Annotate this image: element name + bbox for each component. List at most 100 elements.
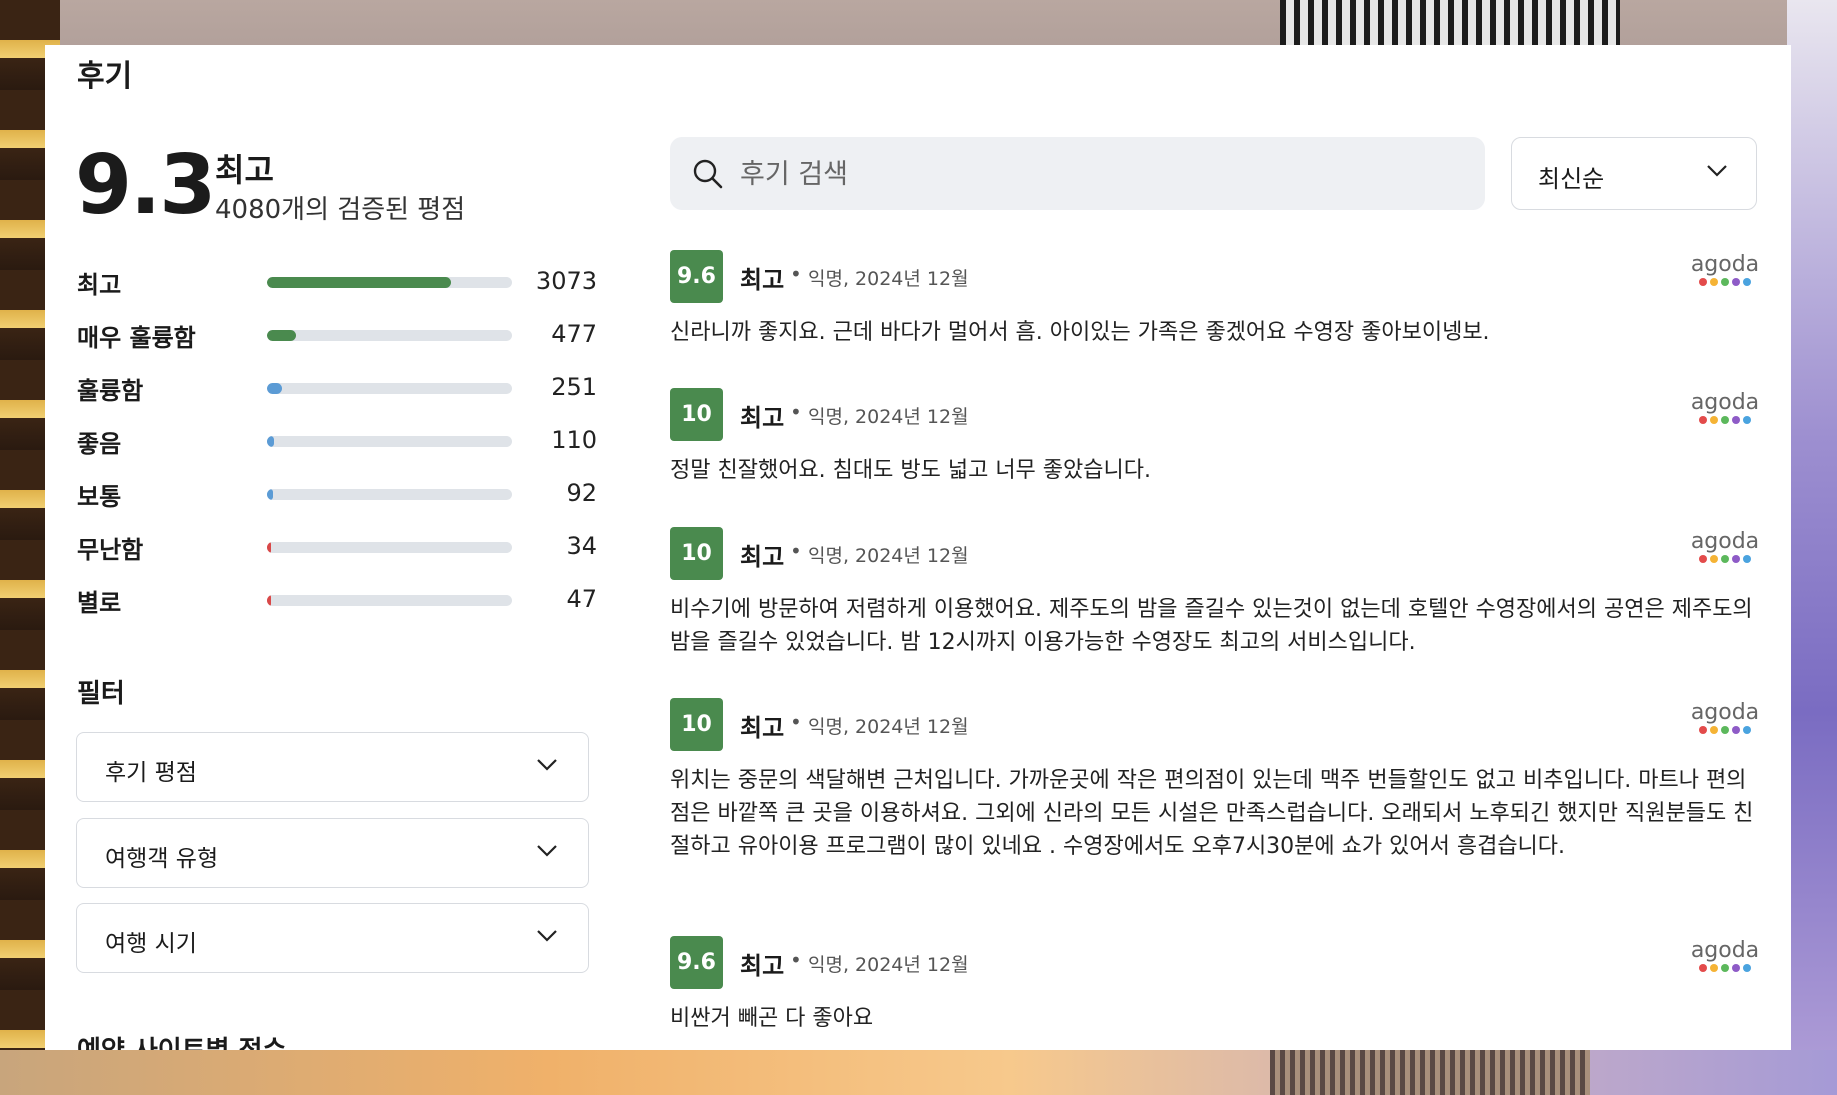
review-score-badge: 9.6 bbox=[670, 250, 723, 303]
distribution-count: 34 bbox=[566, 532, 597, 560]
source-name: agoda bbox=[1690, 529, 1760, 554]
review-text: 비싼거 빼곤 다 좋아요 bbox=[670, 1006, 874, 1031]
rating-distribution: 최고 3073 매우 훌륭함 477 훌륭함 251 좋음 110 보통 92 … bbox=[77, 263, 597, 634]
review-meta: 익명, 2024년 12월 bbox=[808, 268, 969, 290]
review-text: 신라니까 좋지요. 근데 바다가 멀어서 흠. 아이있는 가족은 좋겠어요 수영… bbox=[670, 320, 1490, 345]
distribution-row: 별로 47 bbox=[77, 581, 597, 634]
source-name: agoda bbox=[1690, 700, 1760, 725]
review-meta: 익명, 2024년 12월 bbox=[808, 716, 969, 738]
review-search-input[interactable] bbox=[738, 151, 1462, 197]
agoda-logo: agoda bbox=[1690, 702, 1760, 734]
chevron-down-icon bbox=[536, 757, 558, 776]
distribution-bar-fill bbox=[267, 330, 296, 341]
logo-dots bbox=[1690, 555, 1760, 563]
distribution-bar bbox=[267, 436, 512, 447]
distribution-row: 매우 훌륭함 477 bbox=[77, 316, 597, 369]
overall-score: 9.3 bbox=[75, 138, 216, 233]
distribution-bar-fill bbox=[267, 277, 452, 288]
source-name: agoda bbox=[1690, 252, 1760, 277]
distribution-label: 별로 bbox=[77, 589, 122, 617]
review-score-badge: 10 bbox=[670, 698, 723, 751]
distribution-bar bbox=[267, 595, 512, 606]
distribution-count: 92 bbox=[566, 479, 597, 507]
distribution-label: 좋음 bbox=[77, 430, 122, 458]
separator-dot: • bbox=[790, 710, 802, 734]
distribution-label: 최고 bbox=[77, 271, 122, 299]
agoda-logo: agoda bbox=[1690, 392, 1760, 424]
booking-site-scores-heading: 예약 사이트별 점수 bbox=[77, 1030, 286, 1050]
review-score-badge: 10 bbox=[670, 388, 723, 441]
distribution-row: 훌륭함 251 bbox=[77, 369, 597, 422]
distribution-count: 110 bbox=[551, 426, 597, 454]
distribution-bar-fill bbox=[267, 542, 271, 553]
distribution-bar bbox=[267, 489, 512, 500]
filter-travel-period-dropdown[interactable]: 여행 시기 bbox=[76, 903, 589, 973]
search-icon bbox=[692, 158, 724, 194]
distribution-bar-fill bbox=[267, 489, 273, 500]
distribution-label: 훌륭함 bbox=[77, 377, 144, 405]
filter-heading: 필터 bbox=[77, 679, 125, 709]
distribution-row: 최고 3073 bbox=[77, 263, 597, 316]
review-meta: 익명, 2024년 12월 bbox=[808, 406, 969, 428]
page-title: 후기 bbox=[77, 59, 133, 94]
distribution-bar-fill bbox=[267, 595, 271, 606]
review-text: 비수기에 방문하여 저렴하게 이용했어요. 제주도의 밤을 즐길수 있는것이 없… bbox=[670, 597, 1753, 655]
review-meta: 익명, 2024년 12월 bbox=[808, 545, 969, 567]
review-score-label: 최고 bbox=[740, 952, 785, 980]
chevron-down-icon bbox=[536, 843, 558, 862]
distribution-label: 매우 훌륭함 bbox=[77, 324, 196, 352]
agoda-logo: agoda bbox=[1690, 940, 1760, 972]
distribution-count: 3073 bbox=[535, 267, 597, 295]
review-score-label: 최고 bbox=[740, 404, 785, 432]
filter-label: 여행 시기 bbox=[105, 931, 197, 957]
filter-review-score-dropdown[interactable]: 후기 평점 bbox=[76, 732, 589, 802]
review-score-label: 최고 bbox=[740, 543, 785, 571]
distribution-row: 무난함 34 bbox=[77, 528, 597, 581]
review-score-label: 최고 bbox=[740, 266, 785, 294]
distribution-row: 보통 92 bbox=[77, 475, 597, 528]
verified-rating-count: 4080개의 검증된 평점 bbox=[215, 195, 466, 225]
distribution-bar bbox=[267, 277, 512, 288]
agoda-logo: agoda bbox=[1690, 531, 1760, 563]
chevron-down-icon bbox=[1706, 163, 1728, 182]
review-score-badge: 10 bbox=[670, 527, 723, 580]
separator-dot: • bbox=[790, 948, 802, 972]
filter-label: 후기 평점 bbox=[105, 760, 197, 786]
source-name: agoda bbox=[1690, 390, 1760, 415]
review-text: 위치는 중문의 색달해변 근처입니다. 가까운곳에 작은 편의점이 있는데 맥주… bbox=[670, 768, 1754, 859]
sort-dropdown[interactable]: 최신순 bbox=[1511, 137, 1757, 210]
reviews-panel: 후기 9.3 최고 4080개의 검증된 평점 최고 3073 매우 훌륭함 4… bbox=[45, 45, 1791, 1050]
review-score-label: 최고 bbox=[740, 714, 785, 742]
chevron-down-icon bbox=[536, 928, 558, 947]
distribution-bar-fill bbox=[267, 383, 283, 394]
filter-traveler-type-dropdown[interactable]: 여행객 유형 bbox=[76, 818, 589, 888]
distribution-row: 좋음 110 bbox=[77, 422, 597, 475]
review-score-badge: 9.6 bbox=[670, 936, 723, 989]
source-name: agoda bbox=[1690, 938, 1760, 963]
distribution-label: 보통 bbox=[77, 483, 122, 511]
distribution-count: 47 bbox=[566, 585, 597, 613]
background-building-top bbox=[1280, 0, 1620, 45]
distribution-label: 무난함 bbox=[77, 536, 144, 564]
distribution-bar bbox=[267, 330, 512, 341]
background-building-bottom bbox=[1270, 1050, 1590, 1095]
separator-dot: • bbox=[790, 539, 802, 563]
distribution-count: 477 bbox=[551, 320, 597, 348]
agoda-logo: agoda bbox=[1690, 254, 1760, 286]
distribution-bar bbox=[267, 542, 512, 553]
distribution-count: 251 bbox=[551, 373, 597, 401]
sort-label: 최신순 bbox=[1538, 165, 1605, 193]
distribution-bar bbox=[267, 383, 512, 394]
logo-dots bbox=[1690, 964, 1760, 972]
separator-dot: • bbox=[790, 262, 802, 286]
logo-dots bbox=[1690, 726, 1760, 734]
filter-label: 여행객 유형 bbox=[105, 846, 219, 872]
overall-score-label: 최고 bbox=[215, 151, 274, 189]
review-text: 정말 친잘했어요. 침대도 방도 넓고 너무 좋았습니다. bbox=[670, 458, 1151, 483]
logo-dots bbox=[1690, 278, 1760, 286]
distribution-bar-fill bbox=[267, 436, 274, 447]
separator-dot: • bbox=[790, 400, 802, 424]
logo-dots bbox=[1690, 416, 1760, 424]
review-search-box[interactable] bbox=[670, 137, 1485, 210]
review-meta: 익명, 2024년 12월 bbox=[808, 954, 969, 976]
